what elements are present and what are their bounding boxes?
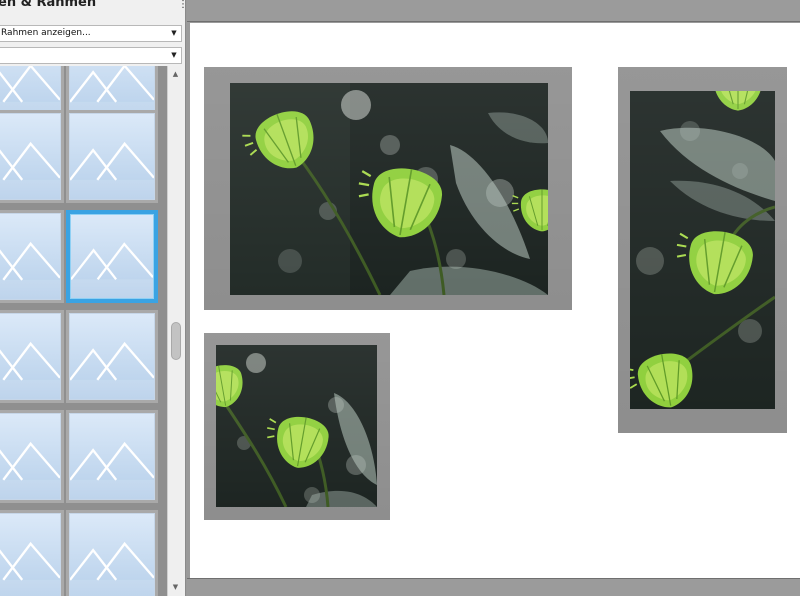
canvas-top-bar (187, 0, 800, 22)
photo-landscape-large[interactable] (230, 83, 548, 295)
chevron-down-icon[interactable]: ▼ (169, 48, 179, 63)
mountain-image-icon (0, 513, 61, 596)
photo-frame-square[interactable] (204, 333, 390, 520)
frame-preset-thumbnail[interactable] (66, 110, 158, 203)
mountain-image-icon (69, 413, 155, 500)
mountain-image-icon (69, 513, 155, 596)
layout-page[interactable] (190, 23, 800, 578)
mountain-image-icon (69, 113, 155, 200)
panel-title: en & Rahmen (0, 0, 97, 10)
canvas-bottom-bar (187, 578, 800, 596)
frame-preset-thumbnail[interactable] (0, 510, 64, 596)
app-window: en & Rahmen ⋮ Rahmen anzeigen... ▼ ▼ ▲ ▼ (0, 0, 800, 596)
frame-preset-thumbnail[interactable] (66, 310, 158, 403)
mountain-image-icon (69, 313, 155, 400)
mountain-image-icon (0, 313, 61, 400)
photo-portrait-right[interactable] (630, 91, 775, 409)
scroll-up-icon[interactable]: ▲ (168, 69, 183, 79)
frame-preset-thumbnail[interactable] (0, 210, 64, 303)
frame-preset-grid (0, 66, 167, 596)
frame-preset-thumbnail[interactable] (0, 110, 64, 203)
photo-frame-portrait[interactable] (618, 67, 787, 433)
frame-preset-thumbnail[interactable] (0, 410, 64, 503)
photo-frame-landscape[interactable] (204, 67, 572, 310)
scroll-thumb[interactable] (171, 322, 181, 360)
chevron-down-icon[interactable]: ▼ (169, 26, 179, 41)
frame-preset-thumbnail[interactable] (66, 410, 158, 503)
panel-menu-icon[interactable]: ⋮ (178, 0, 185, 13)
frame-category-dropdown[interactable]: Rahmen anzeigen... ▼ (0, 25, 182, 42)
frames-panel: en & Rahmen ⋮ Rahmen anzeigen... ▼ ▼ ▲ ▼ (0, 0, 186, 596)
scroll-down-icon[interactable]: ▼ (168, 582, 183, 592)
frame-preset-thumbnail[interactable] (66, 510, 158, 596)
frame-preset-thumbnail[interactable] (66, 210, 158, 303)
mountain-image-icon (0, 413, 61, 500)
mountain-image-icon (70, 214, 154, 299)
photo-square-small[interactable] (216, 345, 377, 507)
preset-scrollbar[interactable]: ▲ ▼ (167, 66, 182, 596)
frame-preset-thumbnail[interactable] (0, 310, 64, 403)
frame-category-value: Rahmen anzeigen... (1, 28, 91, 38)
mountain-image-icon (0, 213, 61, 300)
frame-style-dropdown[interactable]: ▼ (0, 47, 182, 64)
mountain-image-icon (0, 113, 61, 200)
